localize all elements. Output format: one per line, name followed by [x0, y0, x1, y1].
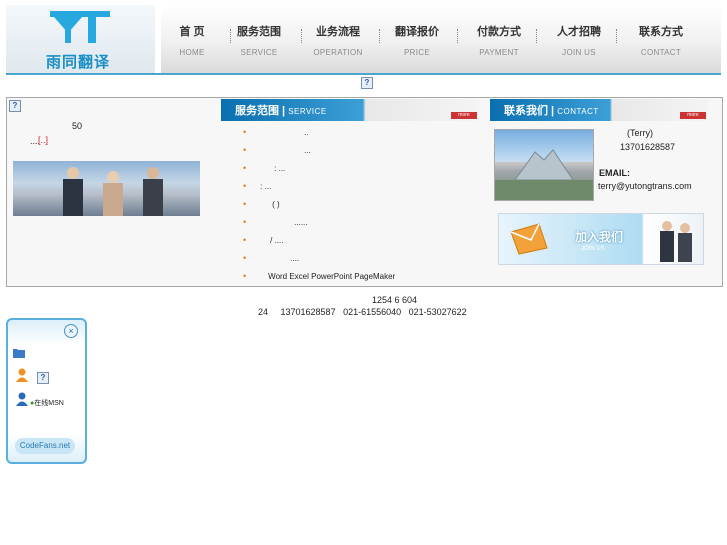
nav-contact[interactable]: 联系方式 CONTACT [626, 23, 696, 57]
bullet-icon: • [243, 271, 247, 281]
list-item: •.... [243, 253, 300, 263]
contact-phone: 13701628587 [620, 142, 676, 152]
services-header: 服务范围 | SERVICE more [221, 99, 479, 121]
list-item: •.. [243, 127, 309, 137]
msn-status-text: 在线MSN [34, 400, 64, 407]
footer-line-1: 1254 6 604 [372, 295, 418, 305]
list-item: •... [243, 145, 311, 155]
bullet-icon: • [243, 127, 247, 137]
bullet-icon: • [243, 217, 247, 227]
msn-user-icon[interactable] [16, 392, 28, 406]
list-item: • / .... [243, 235, 284, 245]
online-service-panel: × ? ●在线MSN CodeFans.net [6, 318, 87, 464]
nav-service[interactable]: 服务范围 SERVICE [224, 23, 294, 57]
contact-header: 联系我们 | CONTACT more [490, 99, 708, 121]
envelope-icon [510, 223, 548, 255]
list-item: •: ... [243, 163, 286, 173]
logo-mark-icon [50, 11, 110, 43]
nav-divider [457, 29, 460, 43]
nav-divider [536, 29, 539, 43]
email-label: EMAIL: [599, 168, 630, 178]
services-more-button[interactable]: more [451, 112, 477, 119]
broken-image-icon: ? [9, 100, 21, 112]
nav-home[interactable]: 首 页 HOME [157, 23, 227, 57]
building-icon [495, 149, 593, 200]
close-icon[interactable]: × [64, 324, 78, 338]
contact-more-button[interactable]: more [680, 112, 706, 119]
footer-line-2: 24 13701628587 021-61556040 021-53027622 [258, 307, 467, 317]
join-banner-subtitle: JOIN US [581, 246, 605, 252]
contact-name: (Terry) [627, 128, 653, 138]
people-silhouette-icon [63, 167, 163, 216]
nav-price[interactable]: 翻译报价 PRICE [382, 23, 452, 57]
bullet-icon: • [243, 163, 247, 173]
list-item: •...... [243, 217, 308, 227]
people-silhouette-icon [660, 221, 692, 262]
bullet-icon: • [243, 199, 247, 209]
list-item: •: ... [243, 181, 272, 191]
about-more-link[interactable]: [..] [38, 135, 48, 145]
services-title-en: SERVICE [288, 107, 327, 116]
list-item: • Word Excel PowerPoint PageMaker [243, 271, 396, 281]
msn-status-link[interactable]: ●在线MSN [30, 398, 64, 408]
office-building-image [494, 129, 594, 201]
broken-image-icon: ? [37, 372, 49, 384]
services-title: 服务范围 [235, 105, 279, 117]
bullet-icon: • [243, 181, 247, 191]
site-header: 雨同翻译 首 页 HOME 服务范围 SERVICE 业务流程 OPERATIO… [6, 5, 721, 73]
logo-text: 雨同翻译 [46, 54, 111, 71]
nav-divider [616, 29, 619, 43]
bullet-icon: • [243, 235, 247, 245]
bullet-icon: • [243, 253, 247, 263]
folder-icon [13, 349, 25, 358]
contact-email-link[interactable]: terry@yutongtrans.com [598, 181, 692, 191]
business-people-image [13, 161, 200, 216]
logo[interactable]: 雨同翻译 [6, 5, 155, 73]
join-us-banner[interactable]: 加入我们 JOIN US [498, 213, 704, 265]
qq-user-icon[interactable] [16, 368, 28, 382]
broken-image-icon: ? [361, 77, 373, 89]
contact-title: 联系我们 [504, 105, 548, 117]
nav-payment[interactable]: 付款方式 PAYMENT [464, 23, 534, 57]
bullet-icon: • [243, 145, 247, 155]
codefans-link[interactable]: CodeFans.net [15, 438, 75, 454]
contact-title-en: CONTACT [557, 107, 599, 116]
nav-join-us[interactable]: 人才招聘 JOIN US [544, 23, 614, 57]
join-banner-title: 加入我们 [575, 230, 624, 244]
list-item: •( ) [243, 199, 280, 209]
about-number: 50 [72, 121, 83, 131]
nav-operation[interactable]: 业务流程 OPERATION [303, 23, 373, 57]
header-divider [6, 73, 721, 75]
